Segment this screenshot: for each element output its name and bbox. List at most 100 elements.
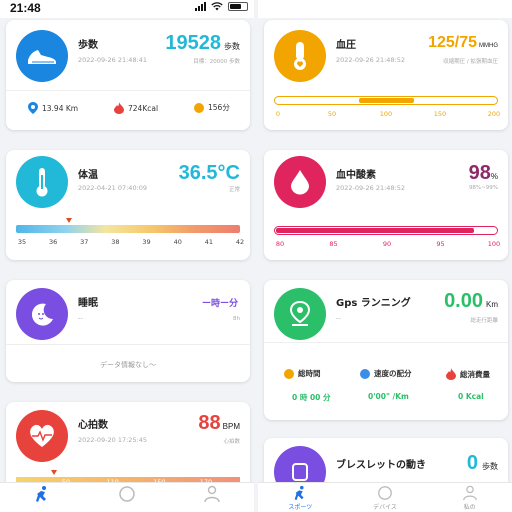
flame-icon (114, 102, 124, 114)
moon-icon (16, 288, 68, 340)
spo2-value: 98% (469, 162, 498, 185)
tab-mine-label: 私の (463, 504, 476, 511)
spo2-title: 血中酸素 (336, 170, 376, 181)
steps-unit: 歩数 (224, 42, 240, 51)
tick-label: 150 (433, 110, 447, 118)
tab-sports[interactable] (0, 483, 85, 512)
bracelet-number: 0 (466, 452, 478, 474)
drop-icon (274, 156, 326, 208)
steps-divider (6, 90, 250, 91)
bp-value: 125/75 MMHG (428, 34, 498, 52)
person-icon (203, 485, 220, 503)
gps-running-card[interactable]: Gps ランニング 0.00 Km -- 総走行距離 総時間 速度の配分 総消費量… (264, 280, 508, 420)
spo2-number: 98 (468, 162, 491, 184)
tick-label: 38 (111, 238, 120, 246)
tab-mine[interactable]: 私の (427, 483, 512, 512)
shoe-icon (16, 30, 68, 82)
pressure-thermometer-icon (274, 30, 326, 82)
tick-label: 100 (379, 110, 393, 118)
spo2-sub: 98%~99% (468, 185, 498, 191)
thermometer-icon (16, 156, 68, 208)
temp-date: 2022-04-21 07:40:09 (78, 184, 148, 192)
signal-icon (195, 2, 206, 11)
bp-range-fill (358, 98, 414, 103)
tab-mine[interactable] (169, 483, 254, 512)
tab-device[interactable]: デバイス (343, 483, 428, 512)
steps-title: 歩数 (78, 40, 98, 51)
wifi-icon (211, 2, 223, 11)
running-icon (294, 485, 304, 501)
sleep-empty-message: データ情報なし〜 (100, 361, 156, 369)
clock-icon (194, 102, 204, 113)
gps-dash: -- (336, 314, 341, 322)
steps-number: 19528 (165, 32, 221, 54)
tab-device-label: デバイス (373, 504, 397, 511)
spo2-date: 2022-09-26 21:48:52 (336, 184, 406, 192)
bp-date: 2022-09-26 21:48:52 (336, 56, 406, 64)
spo2-scale-bar (274, 226, 498, 235)
temp-status: 正常 (228, 187, 240, 193)
bp-unit: MMHG (479, 43, 498, 49)
clock-icon (284, 368, 294, 379)
watch-icon (378, 486, 392, 500)
bracelet-value: 0 歩数 (467, 452, 498, 475)
gps-time-stat: 総時間 (284, 368, 321, 379)
sleep-value: ー時ー分 (201, 299, 238, 309)
tick-label: 50 (327, 110, 337, 118)
temperature-card[interactable]: 体温 36.5°C 2022-04-21 07:40:09 正常 35 36 37 3… (6, 150, 250, 260)
tick-label: 80 (275, 240, 285, 248)
bp-title: 血圧 (336, 40, 356, 51)
battery-icon (228, 2, 248, 11)
gps-pace-stat: 速度の配分 (360, 368, 412, 379)
gps-cal-label: 総消費量 (460, 369, 490, 379)
heart-number: 88 (198, 412, 221, 434)
calories-stat: 724Kcal (114, 102, 158, 114)
heart-title: 心拍数 (78, 420, 108, 431)
sleep-dash: -- (78, 314, 83, 322)
tick-label: 36 (49, 238, 58, 246)
heart-icon (16, 410, 68, 462)
temp-scale-bar (16, 225, 240, 233)
top-strip (258, 0, 512, 18)
tick-label: 95 (436, 240, 445, 248)
sleep-target: 8h (233, 316, 240, 322)
tab-sports-label: スポーツ (288, 504, 313, 511)
status-time: 21:48 (10, 1, 41, 15)
blood-pressure-card[interactable]: 血圧 125/75 MMHG 2022-09-26 21:48:52 収縮期圧 /… (264, 20, 508, 130)
status-icons (195, 2, 248, 11)
tick-label: 40 (173, 238, 182, 246)
sleep-card[interactable]: 睡眠 ー時ー分 -- 8h データ情報なし〜 (6, 280, 250, 382)
bp-scale-bar (274, 96, 498, 105)
tick-label: 0 (275, 110, 281, 118)
heart-sub: 心拍数 (223, 439, 240, 445)
left-column: 21:48 歩数 19528 歩数 2022-09-26 21:48:41 目標：… (0, 0, 254, 512)
tick-label: 39 (142, 238, 151, 246)
gps-value: 0.00 Km (444, 290, 498, 313)
gps-time-label: 総時間 (298, 369, 321, 378)
gps-divider (264, 342, 508, 343)
minutes-stat: 156分 (194, 102, 230, 113)
heart-rate-card[interactable]: 心拍数 88BPM 2022-09-20 17:25:45 心拍数 501101… (6, 402, 250, 492)
sleep-title: 睡眠 (78, 298, 98, 309)
tab-bar (0, 482, 254, 512)
temp-title: 体温 (78, 170, 98, 181)
gps-sub: 総走行距離 (470, 318, 498, 324)
flame-icon (446, 368, 456, 380)
bp-number: 125/75 (428, 34, 477, 51)
tick-label: 35 (17, 238, 27, 246)
running-icon (36, 486, 47, 502)
tick-label: 85 (329, 240, 338, 248)
tab-device[interactable] (85, 483, 170, 512)
tick-label: 41 (204, 238, 213, 246)
tick-label: 42 (235, 238, 245, 246)
heart-date: 2022-09-20 17:25:45 (78, 436, 148, 444)
steps-card[interactable]: 歩数 19528 歩数 2022-09-26 21:48:41 目標：20000 … (6, 20, 250, 130)
status-bar: 21:48 (0, 0, 254, 18)
calories-value: 724Kcal (128, 103, 159, 113)
blood-oxygen-card[interactable]: 血中酸素 98% 2022-09-26 21:48:52 98%~99% 80 8… (264, 150, 508, 260)
gps-pace-label: 速度の配分 (374, 369, 412, 378)
temp-value: 36.5°C (178, 162, 240, 184)
gps-time-value: 0 時 00 分 (292, 393, 331, 402)
distance-stat: 13.94 Km (28, 102, 78, 114)
tab-sports[interactable]: スポーツ (258, 483, 343, 512)
